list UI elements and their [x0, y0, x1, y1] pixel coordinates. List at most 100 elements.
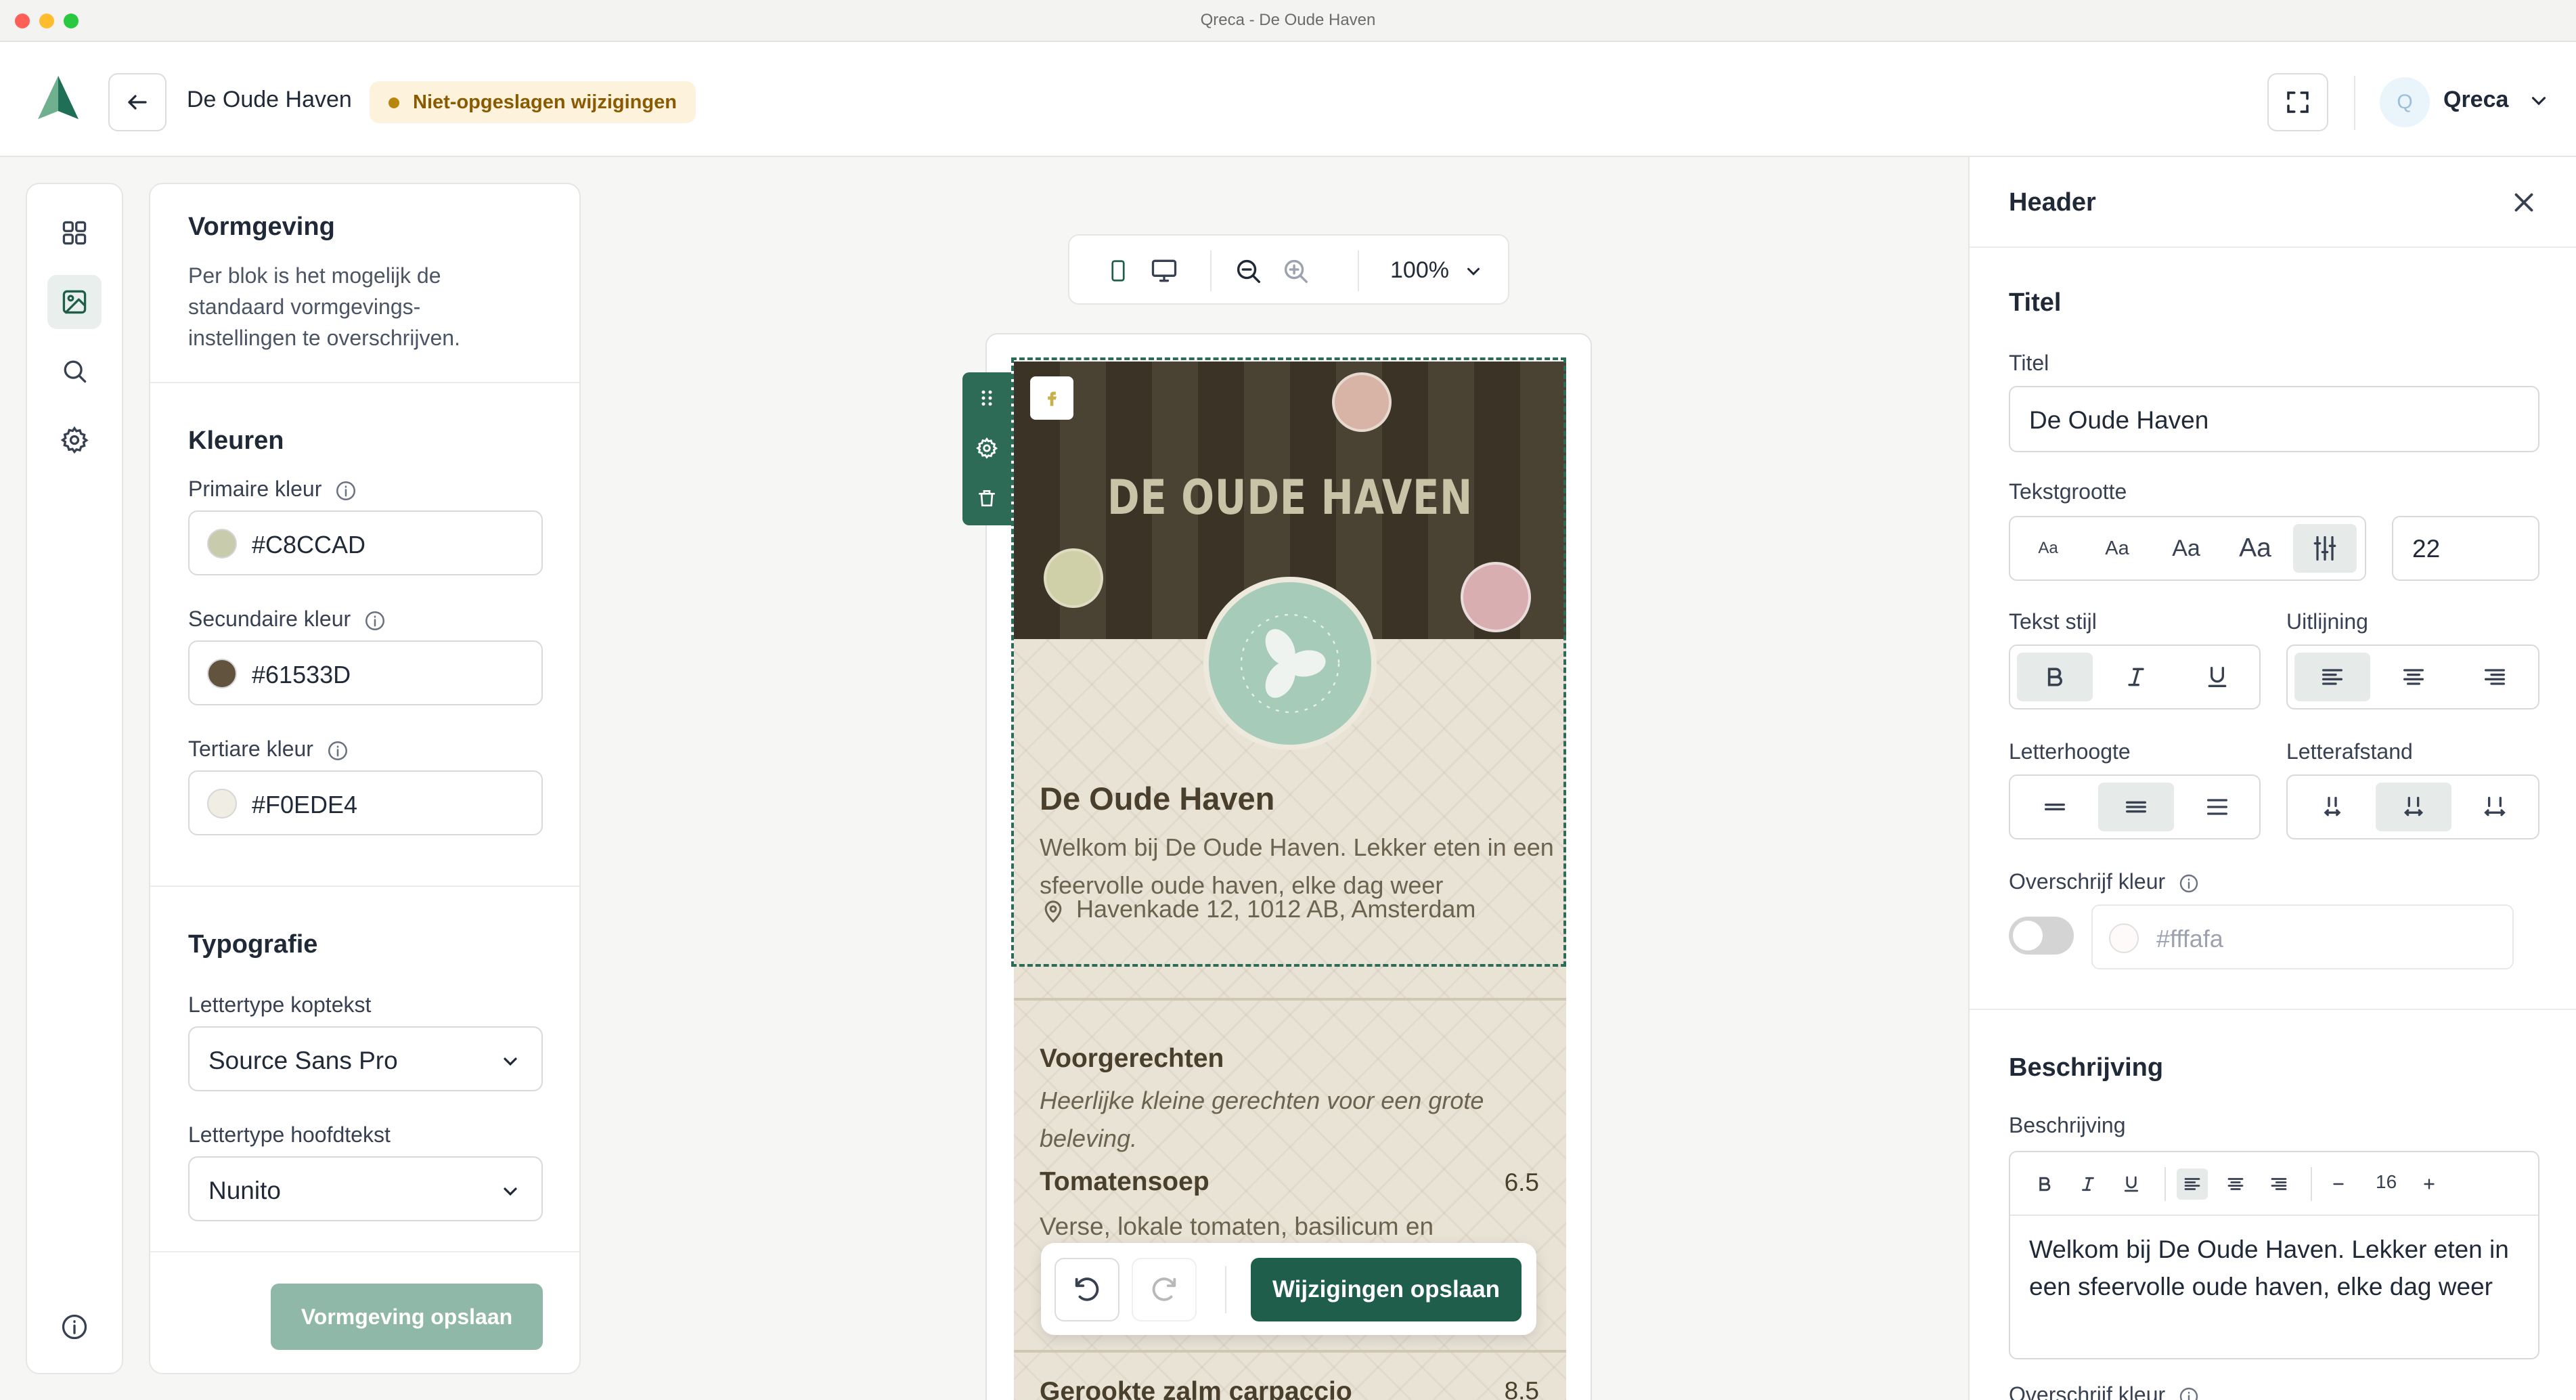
override-color-toggle[interactable] [2009, 917, 2074, 955]
info-icon[interactable] [2178, 1386, 2200, 1400]
align-left-option[interactable] [2294, 653, 2370, 701]
align-center-option[interactable] [2376, 653, 2451, 701]
editor-align-left-button[interactable] [2177, 1168, 2208, 1200]
text-style-label: Tekst stijl [2009, 609, 2097, 634]
description-text[interactable]: Welkom bij De Oude Haven. Lekker eten in… [2029, 1231, 2530, 1305]
block-delete-button[interactable] [973, 485, 1000, 512]
desktop-view-button[interactable] [1145, 252, 1183, 290]
override-color-label-text: Overschrijf kleur [2009, 869, 2166, 894]
override-color-value: #fffafa [2156, 925, 2223, 953]
unsaved-changes-badge: Niet-opgeslagen wijzigingen [370, 81, 696, 123]
tertiary-color-field[interactable]: #F0EDE4 [188, 770, 543, 835]
text-size-selector: Aa Aa Aa Aa [2009, 516, 2366, 581]
override-color-swatch[interactable] [2109, 923, 2139, 953]
typography-title: Typografie [188, 930, 318, 959]
menu-item-price: 8.5 [1504, 1377, 1539, 1400]
preview-frame: DE OUDE HAVEN De Oude Haven Welkom bij D… [985, 333, 1592, 1400]
text-size-xs-option[interactable]: Aa [2021, 524, 2075, 573]
save-changes-button[interactable]: Wijzigingen opslaan [1251, 1258, 1522, 1321]
zoom-out-button[interactable] [1229, 252, 1267, 290]
body-font-select[interactable]: Nunito [188, 1156, 543, 1221]
drag-handle-icon [981, 390, 992, 406]
heading-font-label: Lettertype koptekst [188, 992, 372, 1017]
category-description: Heerlijke kleine gerechten voor een grot… [1040, 1087, 1484, 1152]
align-right-option[interactable] [2457, 653, 2533, 701]
line-height-normal-icon [2126, 801, 2146, 813]
editor-underline-button[interactable] [2116, 1168, 2147, 1200]
primary-color-field[interactable]: #C8CCAD [188, 510, 543, 575]
align-left-icon [2184, 1178, 2200, 1190]
properties-title: Header [2009, 188, 2096, 217]
line-height-loose-option[interactable] [2179, 783, 2255, 831]
app-header: De Oude Haven Niet-opgeslagen wijziginge… [0, 42, 2576, 157]
tertiary-color-swatch[interactable] [207, 789, 237, 818]
avatar[interactable]: Q [2380, 77, 2430, 127]
info-icon[interactable] [363, 609, 386, 632]
font-size-decrease-button[interactable] [2323, 1168, 2354, 1200]
block-settings-button[interactable] [973, 435, 1000, 462]
redo-button[interactable] [1132, 1258, 1197, 1321]
editor-align-right-button[interactable] [2263, 1168, 2294, 1200]
fullscreen-button[interactable] [2267, 73, 2328, 131]
back-button[interactable] [108, 73, 166, 131]
search-icon [64, 360, 87, 383]
undo-button[interactable] [1054, 1258, 1119, 1321]
window-title: Qreca - De Oude Haven [1200, 11, 1376, 29]
text-size-label: Tekstgrootte [2009, 479, 2127, 504]
save-design-button[interactable]: Vormgeving opslaan [271, 1284, 543, 1350]
rail-settings-button[interactable] [47, 413, 102, 467]
line-height-compact-option[interactable] [2017, 783, 2093, 831]
rail-info-button[interactable] [47, 1300, 102, 1354]
primary-color-swatch[interactable] [207, 529, 237, 559]
primary-color-label: Primaire kleur [188, 477, 357, 502]
info-icon[interactable] [334, 479, 357, 502]
bold-option[interactable] [2017, 653, 2093, 701]
underline-option[interactable] [2179, 653, 2255, 701]
mobile-view-button[interactable] [1099, 252, 1137, 290]
font-size-increase-button[interactable] [2414, 1168, 2445, 1200]
zoom-in-button[interactable] [1276, 252, 1314, 290]
line-height-selector [2009, 774, 2261, 839]
letter-spacing-tight-option[interactable] [2294, 783, 2370, 831]
gear-icon [976, 437, 998, 459]
italic-option[interactable] [2098, 653, 2174, 701]
info-icon [62, 1314, 87, 1340]
restaurant-name: De Oude Haven [1040, 781, 1275, 816]
letter-spacing-wide-icon [2484, 797, 2506, 816]
editor-bold-button[interactable] [2029, 1168, 2060, 1200]
secondary-color-swatch[interactable] [207, 659, 237, 688]
info-icon[interactable] [2178, 873, 2200, 894]
design-panel-title: Vormgeving [188, 213, 335, 241]
editor-italic-button[interactable] [2072, 1168, 2104, 1200]
letter-spacing-normal-option[interactable] [2376, 783, 2451, 831]
italic-icon [2128, 668, 2144, 686]
fan-logo-icon [1240, 613, 1340, 714]
text-size-input[interactable]: 22 [2392, 516, 2539, 581]
description-editor[interactable]: 16 Welkom bij De Oude Haven. Lekker eten… [2009, 1151, 2539, 1359]
close-icon[interactable] [2508, 187, 2539, 218]
letter-spacing-normal-icon [2403, 797, 2424, 816]
rail-search-button[interactable] [47, 344, 102, 398]
text-size-m-option[interactable]: Aa [2159, 524, 2213, 573]
editor-align-center-button[interactable] [2220, 1168, 2251, 1200]
rail-design-button[interactable] [47, 275, 102, 329]
secondary-color-field[interactable]: #61533D [188, 640, 543, 705]
info-icon[interactable] [326, 739, 349, 762]
letter-spacing-wide-option[interactable] [2457, 783, 2533, 831]
arrow-left-icon [128, 95, 147, 110]
text-size-l-option[interactable]: Aa [2228, 524, 2282, 573]
chevron-down-icon[interactable] [1463, 261, 1484, 282]
user-menu-name[interactable]: Qreca [2443, 87, 2508, 113]
drag-handle[interactable] [973, 385, 1000, 412]
zoom-level[interactable]: 100% [1390, 257, 1449, 284]
override-color-field[interactable]: #fffafa [2091, 904, 2514, 969]
rail-blocks-button[interactable] [47, 206, 102, 260]
editor-toolbar-divider [2311, 1167, 2312, 1201]
chevron-down-icon[interactable] [2527, 89, 2550, 112]
text-size-s-option[interactable]: Aa [2090, 524, 2144, 573]
text-size-custom-option[interactable] [2293, 524, 2357, 573]
title-input[interactable]: De Oude Haven [2009, 386, 2539, 452]
heading-font-select[interactable]: Source Sans Pro [188, 1026, 543, 1091]
line-height-normal-option[interactable] [2098, 783, 2174, 831]
facebook-badge[interactable] [1030, 376, 1073, 420]
